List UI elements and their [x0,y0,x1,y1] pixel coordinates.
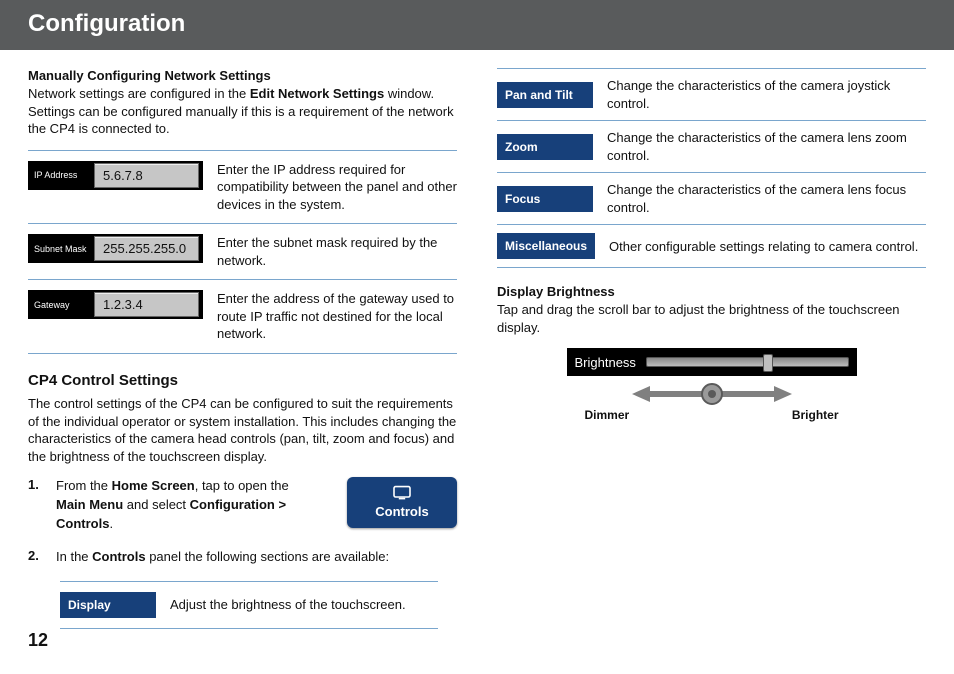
misc-tag: Miscellaneous [497,233,595,259]
controls-button[interactable]: Controls [347,477,457,528]
display-brightness-heading: Display Brightness [497,284,926,299]
pan-tilt-desc: Change the characteristics of the camera… [607,77,926,112]
monitor-icon [392,485,412,501]
sections-table-left: Display Adjust the brightness of the tou… [60,581,438,629]
page-title: Configuration [28,10,185,37]
ip-address-desc: Enter the IP address required for compat… [217,161,457,214]
dimmer-label: Dimmer [585,408,630,422]
display-tag: Display [60,592,156,618]
network-row-subnet: Subnet Mask 255.255.255.0 Enter the subn… [28,224,457,279]
left-column: Manually Configuring Network Settings Ne… [28,68,457,629]
divider [60,628,438,629]
section-row-display: Display Adjust the brightness of the tou… [60,582,438,628]
ip-address-value: 5.6.7.8 [94,163,199,188]
subnet-mask-label: Subnet Mask [34,244,94,254]
gateway-field: Gateway 1.2.3.4 [28,290,203,319]
manual-config-heading: Manually Configuring Network Settings [28,68,457,83]
focus-tag: Focus [497,186,593,212]
step-1-text: From the Home Screen, tap to open the Ma… [56,477,317,534]
gateway-label: Gateway [34,300,94,310]
brightness-slider[interactable] [646,357,849,367]
sections-table-right: Pan and Tilt Change the characteristics … [497,68,926,268]
network-row-gateway: Gateway 1.2.3.4 Enter the address of the… [28,280,457,353]
step-1: From the Home Screen, tap to open the Ma… [28,477,457,534]
focus-desc: Change the characteristics of the camera… [607,181,926,216]
display-desc: Adjust the brightness of the touchscreen… [170,596,438,614]
subnet-mask-field: Subnet Mask 255.255.255.0 [28,234,203,263]
section-row-pan-tilt: Pan and Tilt Change the characteristics … [497,69,926,120]
page-number: 12 [28,630,48,651]
divider [497,267,926,268]
display-brightness-paragraph: Tap and drag the scroll bar to adjust th… [497,301,926,336]
network-settings-table: IP Address 5.6.7.8 Enter the IP address … [28,150,457,354]
zoom-desc: Change the characteristics of the camera… [607,129,926,164]
section-row-misc: Miscellaneous Other configurable setting… [497,225,926,267]
page-banner: Configuration [0,0,954,50]
double-arrow-icon [632,382,792,406]
gateway-desc: Enter the address of the gateway used to… [217,290,457,343]
section-row-zoom: Zoom Change the characteristics of the c… [497,121,926,172]
brightness-scale-labels: Dimmer Brighter [567,408,857,422]
divider [28,353,457,354]
misc-desc: Other configurable settings relating to … [609,238,926,256]
cp4-control-heading: CP4 Control Settings [28,372,457,389]
brighter-label: Brighter [792,408,839,422]
brightness-arrows [567,382,857,406]
subnet-mask-desc: Enter the subnet mask required by the ne… [217,234,457,269]
zoom-tag: Zoom [497,134,593,160]
step-2-text: In the Controls panel the following sect… [56,548,457,567]
controls-button-label: Controls [375,504,428,519]
brightness-label: Brightness [575,355,636,370]
cp4-control-paragraph: The control settings of the CP4 can be c… [28,395,457,465]
network-row-ip: IP Address 5.6.7.8 Enter the IP address … [28,151,457,224]
ip-address-label: IP Address [34,170,94,180]
pan-tilt-tag: Pan and Tilt [497,82,593,108]
brightness-bar: Brightness [567,348,857,376]
brightness-thumb[interactable] [763,354,773,372]
steps-list: From the Home Screen, tap to open the Ma… [28,477,457,566]
gateway-value: 1.2.3.4 [94,292,199,317]
ip-address-field: IP Address 5.6.7.8 [28,161,203,190]
subnet-mask-value: 255.255.255.0 [94,236,199,261]
manual-config-paragraph: Network settings are configured in the E… [28,85,457,138]
right-column: Pan and Tilt Change the characteristics … [497,68,926,629]
step-2: In the Controls panel the following sect… [28,548,457,567]
section-row-focus: Focus Change the characteristics of the … [497,173,926,224]
brightness-widget: Brightness Dimmer Brighter [567,348,857,422]
